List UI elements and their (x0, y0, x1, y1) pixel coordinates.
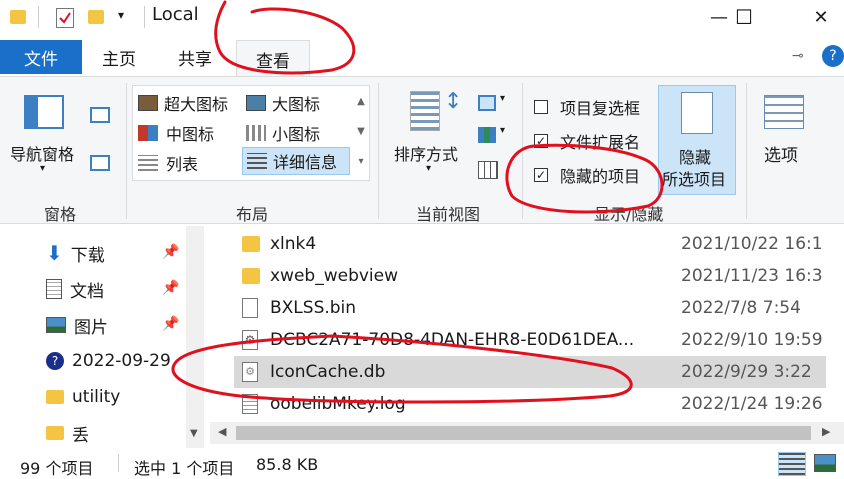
group-label-panes: 窗格 (44, 205, 77, 224)
maximize-button[interactable]: ☐ (721, 0, 767, 34)
nav-item-downloads[interactable]: ⬇ 下载 (46, 238, 105, 268)
ribbon: 导航窗格 ▾ 窗格 超大图标 大图标 中图标 小图标 列表 详细信息 ▲ ▼ ▾ 布… (0, 76, 844, 224)
horizontal-scrollbar[interactable]: ◀ ▶ (210, 422, 844, 444)
extra-large-icons-icon (138, 95, 158, 111)
layout-extra-large-icons[interactable]: 超大图标 (138, 91, 228, 115)
list-item[interactable]: xlnk4 2021/10/22 16:1 (234, 228, 826, 260)
new-folder-icon[interactable] (88, 10, 104, 24)
title-bar: ▾ Local — ☐ ✕ (0, 0, 844, 38)
options-icon (764, 95, 804, 129)
status-item-count: 99 个项目 (20, 459, 94, 478)
sort-arrow-icon: ↕ (444, 89, 463, 114)
folder-icon (46, 390, 64, 404)
group-label-show-hide: 显示/隐藏 (594, 205, 664, 224)
layout-small-icons[interactable]: 小图标 (246, 121, 320, 145)
hide-selected-items-button[interactable]: 隐藏 所选项目 (658, 85, 736, 195)
hidden-items-checkbox[interactable]: ✓ (534, 168, 548, 182)
large-icons-view-icon[interactable] (814, 454, 836, 472)
folder-icon (10, 10, 26, 24)
scrollbar-thumb[interactable] (236, 426, 811, 440)
folder-icon (242, 236, 260, 252)
medium-icons-icon (138, 125, 158, 141)
document-icon (46, 279, 62, 299)
pictures-icon (46, 317, 66, 333)
download-arrow-icon: ⬇ (46, 241, 63, 265)
pin-icon[interactable]: 📌 (162, 244, 179, 260)
list-item[interactable]: ⚙ DCBC2A71-70D8-4DAN-EHR8-E0D61DEA... 20… (234, 324, 826, 356)
db-file-icon: ⚙ (242, 362, 258, 382)
tab-share[interactable]: 共享 (166, 40, 224, 74)
list-item[interactable]: oobelibMkey.log 2022/1/24 19:26 (234, 388, 826, 420)
layout-list[interactable]: 列表 (138, 151, 198, 175)
file-extensions-toggle[interactable]: ✓ 文件扩展名 (534, 129, 640, 153)
item-checkboxes-toggle[interactable]: 项目复选框 (534, 95, 640, 119)
nav-item-utility[interactable]: utility (46, 382, 120, 412)
group-label-layout: 布局 (236, 205, 269, 224)
scroll-right-icon[interactable]: ▶ (822, 425, 830, 438)
layout-details[interactable]: 详细信息 (242, 147, 350, 175)
help-icon[interactable]: ? (822, 45, 844, 67)
item-checkboxes-checkbox[interactable] (534, 100, 548, 114)
chevron-down-icon: ▾ (426, 163, 432, 174)
options-button[interactable]: 选项 (754, 87, 814, 187)
add-columns-icon[interactable] (478, 127, 496, 143)
nav-scrollbar[interactable]: ▼ (186, 226, 204, 448)
list-item-selected[interactable]: ⚙ IconCache.db 2022/9/29 3:22 (234, 356, 826, 388)
small-icons-icon (246, 125, 266, 141)
pin-ribbon-icon[interactable]: ⊸ (792, 48, 804, 64)
file-icon (242, 298, 258, 318)
layout-scroll[interactable]: ▲ ▼ ▾ (354, 87, 368, 179)
tab-home[interactable]: 主页 (90, 40, 148, 74)
nav-item-2022-09-29[interactable]: ? 2022-09-29 (46, 346, 171, 376)
layout-medium-icons[interactable]: 中图标 (138, 121, 214, 145)
preview-pane-icon[interactable] (90, 107, 110, 123)
tab-view[interactable]: 查看 (236, 40, 310, 78)
folder-icon (46, 426, 64, 440)
hidden-items-toggle[interactable]: ✓ 隐藏的项目 (534, 163, 640, 187)
navigation-pane-icon (24, 95, 64, 129)
customize-qat-icon[interactable]: ▾ (118, 8, 124, 22)
list-icon (138, 155, 158, 171)
settings-file-icon: ⚙ (242, 330, 258, 350)
file-extensions-checkbox[interactable]: ✓ (534, 134, 548, 148)
details-pane-icon[interactable] (90, 155, 110, 171)
close-button[interactable]: ✕ (798, 0, 844, 34)
group-by-icon[interactable] (478, 95, 496, 111)
help-icon: ? (46, 352, 64, 370)
list-item[interactable]: BXLSS.bin 2022/7/8 7:54 (234, 292, 826, 324)
status-selection: 选中 1 个项目 (134, 459, 235, 478)
layout-large-icons[interactable]: 大图标 (246, 91, 320, 115)
tab-file[interactable]: 文件 (0, 40, 82, 74)
file-list: xlnk4 2021/10/22 16:1 xweb_webview 2021/… (210, 226, 844, 422)
hide-selected-icon (681, 92, 713, 134)
group-label-current-view: 当前视图 (416, 205, 481, 224)
folder-icon (242, 268, 260, 284)
details-icon (247, 153, 267, 169)
nav-item-pictures[interactable]: 图片 (46, 310, 108, 340)
list-item[interactable]: xweb_webview 2021/11/23 16:3 (234, 260, 826, 292)
properties-icon[interactable] (56, 8, 74, 28)
navigation-pane-button[interactable]: 导航窗格 ▾ (6, 87, 84, 187)
details-view-icon[interactable] (778, 452, 806, 476)
text-file-icon (242, 394, 258, 414)
nav-item-documents[interactable]: 文档 (46, 274, 104, 304)
pin-icon[interactable]: 📌 (162, 280, 179, 296)
size-columns-icon[interactable] (478, 161, 498, 179)
scroll-left-icon[interactable]: ◀ (218, 425, 226, 438)
sort-icon (410, 91, 440, 131)
large-icons-icon (246, 95, 266, 111)
status-bar: 99 个项目 选中 1 个项目 85.8 KB (0, 448, 844, 478)
window-title: Local (152, 4, 199, 25)
navigation-pane: ⬇ 下载 📌 文档 📌 图片 📌 ? 2022-09-29 utility 丢 (0, 226, 206, 448)
pin-icon[interactable]: 📌 (162, 316, 179, 332)
sort-by-button[interactable]: ↕ 排序方式 ▾ (390, 87, 470, 187)
status-size: 85.8 KB (256, 455, 319, 474)
chevron-down-icon: ▾ (40, 163, 46, 174)
quick-access-toolbar (10, 6, 39, 28)
nav-item-folder[interactable]: 丢 (46, 418, 89, 448)
